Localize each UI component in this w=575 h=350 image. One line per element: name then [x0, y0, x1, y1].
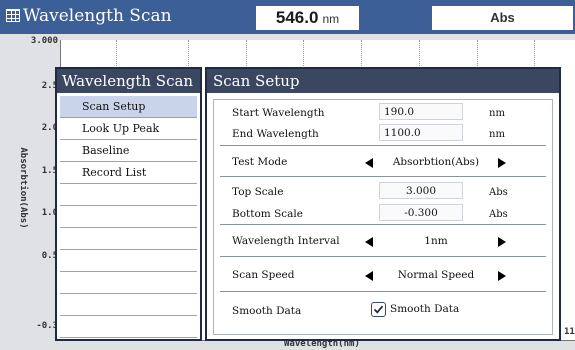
menu-item-empty — [60, 250, 197, 272]
y-tick-label: 2.0 — [41, 123, 58, 133]
grid-icon — [6, 9, 20, 22]
menu-item-look-up-peak[interactable]: Look Up Peak — [60, 118, 197, 140]
bottom-scale-field[interactable]: -0.300 — [379, 204, 463, 221]
app-title: Wavelength Scan — [6, 6, 172, 26]
menu-item-empty — [60, 316, 197, 338]
end-wavelength-field[interactable]: 1100.0 — [379, 124, 463, 141]
wavelength-scan-menu: Wavelength Scan Scan Setup Look Up Peak … — [55, 67, 202, 341]
y-tick-label: -0.3 — [36, 321, 58, 331]
menu-title: Wavelength Scan — [57, 69, 200, 93]
x-tick-label: 110 — [564, 327, 575, 337]
menu-item-record-list[interactable]: Record List — [60, 162, 197, 184]
interval-prev-arrow-icon[interactable] — [365, 237, 373, 247]
menu-item-scan-setup[interactable]: Scan Setup — [60, 96, 197, 118]
menu-item-baseline[interactable]: Baseline — [60, 140, 197, 162]
y-tick-label: 0.5 — [41, 251, 58, 261]
scan-speed-prev-arrow-icon[interactable] — [365, 271, 373, 281]
y-axis-label: Absorbtion(Abs) — [18, 147, 28, 229]
smooth-data-label: Smooth Data — [232, 305, 302, 317]
bottom-scale-unit: Abs — [489, 209, 508, 220]
divider — [220, 224, 546, 225]
test-mode-next-arrow-icon[interactable] — [498, 158, 506, 168]
end-wavelength-unit: nm — [489, 129, 505, 140]
check-icon — [373, 305, 384, 314]
wavelength-interval-label: Wavelength Interval — [232, 235, 340, 247]
test-mode-label: Test Mode — [232, 156, 288, 168]
wavelength-unit: nm — [322, 12, 340, 26]
divider — [220, 256, 546, 257]
setup-body: Start Wavelength 190.0 nm End Wavelength… — [213, 99, 553, 335]
y-tick-label: 2.5 — [41, 81, 58, 91]
menu-item-empty — [60, 184, 197, 206]
interval-next-arrow-icon[interactable] — [498, 237, 506, 247]
test-mode-prev-arrow-icon[interactable] — [365, 158, 373, 168]
wavelength-display: 546.0 nm — [256, 6, 359, 30]
menu-item-empty — [60, 228, 197, 250]
wavelength-interval-value: 1nm — [424, 235, 448, 247]
divider — [220, 145, 546, 146]
scan-speed-value: Normal Speed — [397, 269, 475, 281]
test-mode-value: Absorbtion(Abs) — [392, 156, 480, 168]
menu-item-empty — [60, 294, 197, 316]
start-wavelength-unit: nm — [489, 108, 505, 119]
top-scale-unit: Abs — [489, 187, 508, 198]
smooth-data-checkbox-label[interactable]: Smooth Data — [390, 303, 459, 315]
start-wavelength-label: Start Wavelength — [232, 107, 325, 119]
divider — [220, 176, 546, 177]
menu-item-empty — [60, 206, 197, 228]
divider — [220, 291, 546, 292]
wavelength-value: 546.0 — [275, 8, 319, 27]
y-tick-label: 1.5 — [41, 166, 58, 176]
title-bar: Wavelength Scan 546.0 nm Abs — [0, 0, 575, 34]
y-tick-label: 3.000 — [30, 36, 58, 46]
start-wavelength-field[interactable]: 190.0 — [379, 103, 463, 120]
scan-speed-next-arrow-icon[interactable] — [498, 271, 506, 281]
setup-title: Scan Setup — [207, 69, 559, 93]
bottom-scale-label: Bottom Scale — [232, 208, 303, 220]
scan-speed-label: Scan Speed — [232, 269, 295, 281]
menu-item-empty — [60, 272, 197, 294]
scan-setup-panel: Scan Setup Start Wavelength 190.0 nm End… — [205, 67, 561, 341]
smooth-data-checkbox[interactable] — [371, 302, 386, 317]
top-scale-field[interactable]: 3.000 — [379, 182, 463, 199]
top-scale-label: Top Scale — [232, 186, 284, 198]
end-wavelength-label: End Wavelength — [232, 128, 319, 140]
mode-display: Abs — [432, 6, 573, 30]
app-title-text: Wavelength Scan — [23, 6, 172, 26]
y-tick-label: 1.0 — [41, 208, 58, 218]
